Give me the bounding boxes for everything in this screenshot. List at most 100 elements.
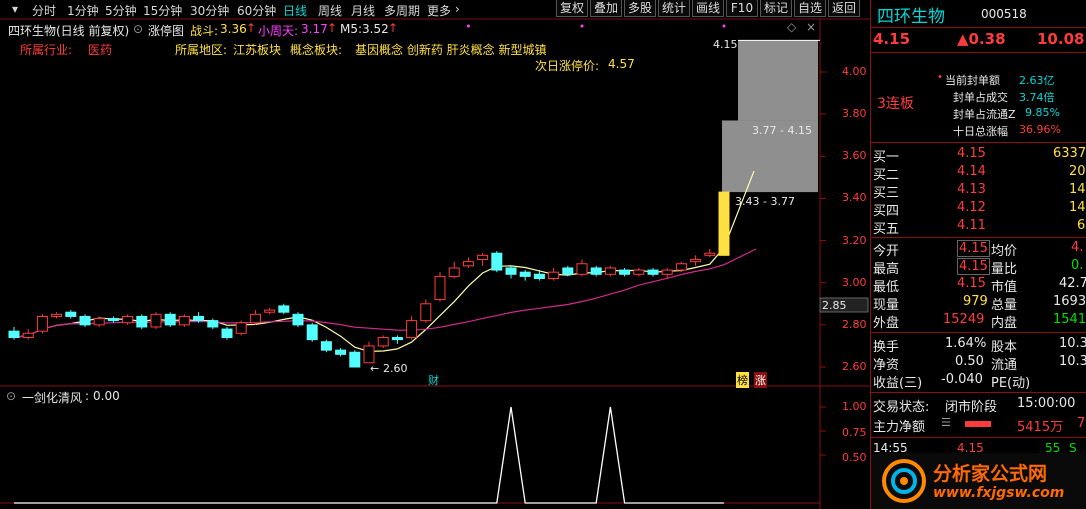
candle: [164, 313, 176, 326]
candle: [93, 318, 105, 326]
seal-label: 封单占流通Z: [953, 108, 1016, 121]
y-tick-sub: 1.00: [842, 400, 867, 413]
stat-value: 4.15: [957, 258, 990, 275]
capital-label: 主力净额: [873, 420, 926, 435]
price-change: ▲0.38: [957, 30, 1006, 48]
stat-label: 均价: [991, 244, 1018, 259]
stat-value: 4.: [1071, 240, 1084, 255]
sub-indicator-name[interactable]: 一剑化清风: [22, 389, 82, 406]
ma5-line: [13, 170, 755, 353]
candle: [604, 267, 616, 275]
bid-volume: 20: [1069, 164, 1086, 179]
diamond-icon[interactable]: ◇: [787, 20, 796, 34]
bid-label: 买三: [873, 186, 900, 201]
stat-value: 4.15: [957, 276, 986, 291]
stat-value: 10.3: [1059, 336, 1086, 351]
candle: [675, 263, 687, 271]
candle: [178, 315, 190, 326]
candle: [633, 269, 645, 275]
concept-label: 概念板块:: [290, 43, 343, 57]
bid-price: 4.14: [957, 164, 986, 179]
m5-label: M5:: [340, 22, 363, 36]
candle: [51, 313, 63, 317]
candle: [306, 324, 318, 341]
candle: [576, 263, 588, 275]
seal-value: 36.96%: [1019, 123, 1061, 136]
y-tick-main: 3.60: [842, 149, 867, 163]
stock-name: 四环生物: [877, 7, 945, 27]
candle: [264, 309, 276, 313]
trade-status-label: 交易状态:: [873, 400, 930, 415]
candle: [22, 332, 34, 338]
candle: [320, 341, 332, 351]
bid-volume: 6: [1077, 218, 1086, 233]
candle: [122, 315, 134, 324]
indicator-name[interactable]: 涨停图: [148, 22, 184, 39]
candle: [292, 313, 304, 326]
stat-label: 净资: [873, 358, 900, 373]
candle: [548, 271, 560, 279]
stat-label: 换手: [873, 340, 900, 355]
xiaozhoutian-value: 3.17: [301, 22, 328, 36]
close-icon[interactable]: ×: [806, 20, 816, 34]
watermark: 分析家公式网 www.fxjgsw.com: [871, 453, 1086, 509]
price-marker: 2.85: [822, 299, 847, 312]
bid-label: 买五: [873, 222, 900, 237]
seal-label: 封单占成交: [953, 91, 1008, 104]
limit-up-dot: [580, 24, 584, 28]
stat-label: PE(动): [991, 376, 1031, 391]
sub-collapse-icon[interactable]: ⊙: [6, 389, 16, 403]
stat-label: 股本: [991, 340, 1018, 355]
candle: [562, 267, 574, 275]
industry-label: 所属行业:: [20, 43, 73, 57]
stat-value: 1541: [1053, 312, 1086, 327]
stat-label: 市值: [991, 280, 1018, 295]
box-lower-label: 3.43 - 3.77: [735, 195, 795, 208]
trade-status-value: 闭市阶段: [945, 400, 998, 415]
watermark-name: 分析家公式网: [933, 463, 1048, 485]
bid-label: 买一: [873, 150, 900, 165]
up-arrow-icon: ↑: [327, 21, 338, 35]
bid-price: 4.13: [957, 182, 986, 197]
limit-up-dot: [466, 24, 470, 28]
y-tick-main: 3.80: [842, 107, 867, 121]
concept-value: 基因概念 创新药 肝炎概念 新型城镇: [355, 43, 547, 57]
stat-label: 现量: [873, 298, 900, 313]
candle: [420, 303, 432, 322]
candle: [278, 305, 290, 313]
menu-icon[interactable]: ☰: [941, 416, 951, 429]
industry-value: 医药: [88, 43, 113, 57]
y-tick-main: 2.80: [842, 317, 867, 331]
bid-label: 买四: [873, 204, 900, 219]
candle: [79, 315, 91, 326]
stat-value: 1.64%: [945, 336, 987, 351]
watermark-url: www.fxjgsw.com: [933, 485, 1065, 501]
bid-volume: 14: [1069, 182, 1086, 197]
limit-up-dot: [722, 24, 726, 28]
candle: [434, 275, 446, 301]
zhang-marker: 涨: [754, 372, 767, 388]
bullet-icon: •: [937, 72, 943, 83]
stat-label: 最高: [873, 262, 900, 277]
candle: [533, 273, 545, 279]
box-upper-label: 3.77 - 4.15: [752, 124, 812, 137]
candle: [448, 267, 460, 277]
stat-value: 42.7: [1059, 276, 1086, 291]
candle: [335, 349, 347, 355]
candle: [8, 330, 20, 338]
zhandou-value: 3.36: [220, 22, 247, 36]
seal-label: 当前封单额: [945, 74, 1000, 87]
region-label: 所属地区:: [175, 43, 228, 57]
candle: [619, 269, 631, 275]
bid-price: 4.11: [957, 218, 986, 233]
y-tick-sub: 0.50: [842, 451, 867, 464]
collapse-circle-icon[interactable]: ⊙: [133, 22, 143, 36]
kline-chart[interactable]: [0, 0, 870, 509]
candle: [377, 337, 389, 347]
candle: [590, 267, 602, 275]
stat-label: 内盘: [991, 316, 1018, 331]
candle: [477, 254, 489, 261]
candle: [462, 261, 474, 267]
y-tick-sub: 0.75: [842, 426, 867, 439]
low-price-label: 2.60: [383, 362, 408, 375]
